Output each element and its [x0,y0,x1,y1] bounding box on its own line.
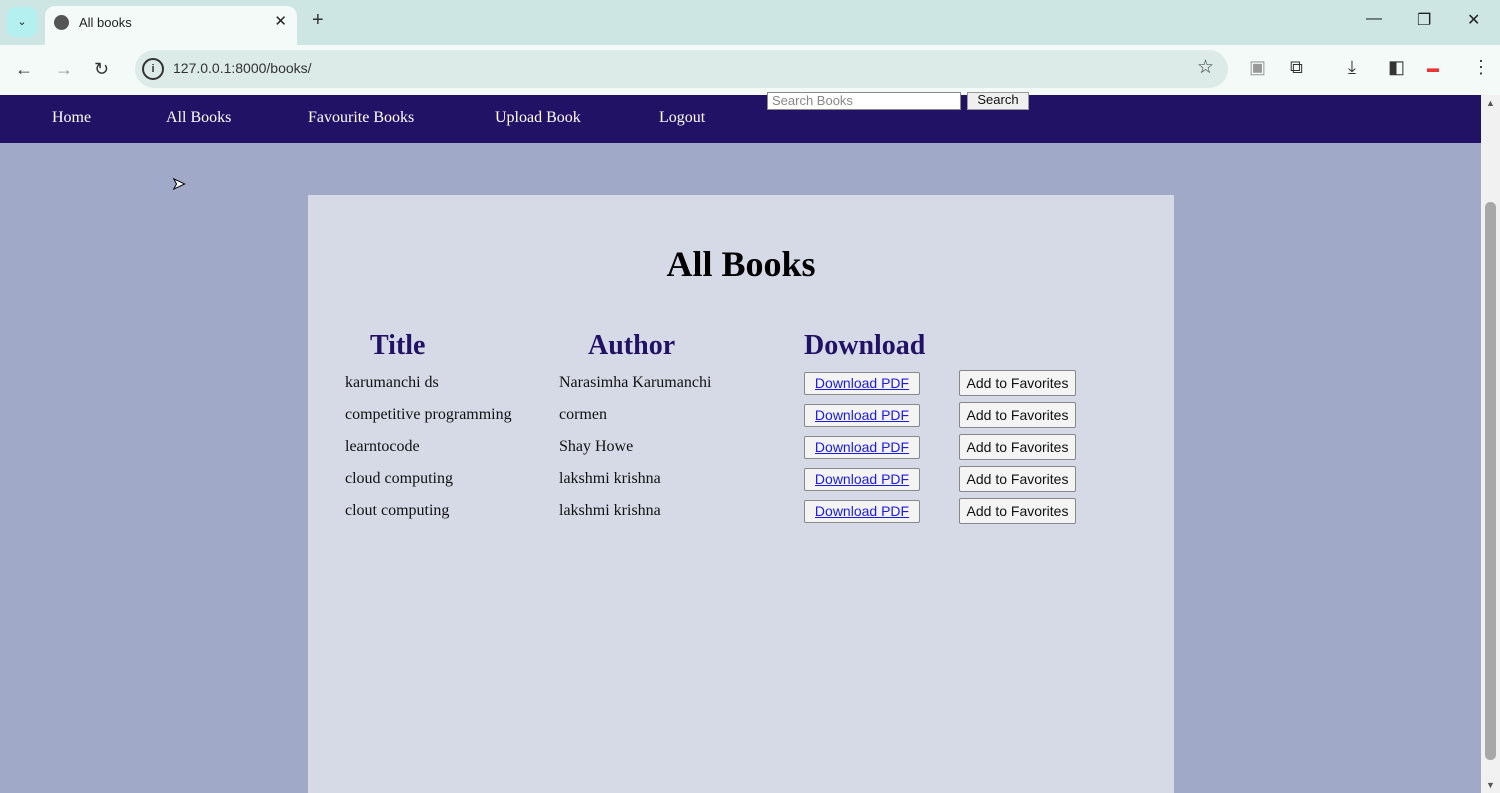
side-panel-icon[interactable]: ◧ [1388,57,1405,78]
books-card: All Books Title Author Download karumanc… [308,195,1174,793]
book-author: lakshmi krishna [559,470,661,487]
scroll-down-icon[interactable]: ▼ [1486,780,1495,790]
url-text[interactable]: 127.0.0.1:8000/books/ [173,60,312,76]
menu-kebab-icon[interactable]: ⋮ [1472,57,1490,78]
scrollbar[interactable]: ▲ ▼ [1481,95,1500,793]
nav-favourite-books[interactable]: Favourite Books [308,109,414,127]
back-icon[interactable]: ← [15,59,33,80]
close-tab-icon[interactable]: ✕ [274,12,287,30]
new-tab-button[interactable]: + [312,9,324,32]
forward-icon[interactable]: → [55,59,73,80]
book-author: lakshmi krishna [559,502,661,519]
column-header-author: Author [588,330,676,361]
site-navbar: Home All Books Favourite Books Upload Bo… [0,92,1481,143]
restore-button[interactable]: ❐ [1417,10,1431,30]
nav-upload-book[interactable]: Upload Book [495,109,581,127]
column-header-title: Title [370,330,426,361]
add-to-favorites-button[interactable]: Add to Favorites [959,498,1076,524]
book-author: cormen [559,406,607,423]
book-title: cloud computing [345,470,453,487]
tab-search-button[interactable]: ⌄ [7,7,37,37]
profile-extension-icon[interactable]: ▣ [1249,57,1266,78]
browser-toolbar: ← → ↻ i 127.0.0.1:8000/books/ ☆ ▣ ⧉ ⤓ ◧ … [0,45,1500,95]
download-pdf-button[interactable]: Download PDF [804,404,920,427]
minimize-button[interactable]: — [1366,10,1382,28]
add-to-favorites-button[interactable]: Add to Favorites [959,402,1076,428]
search-input[interactable]: Search Books [767,92,961,110]
address-bar[interactable]: i 127.0.0.1:8000/books/ ☆ [135,50,1228,88]
download-pdf-button[interactable]: Download PDF [804,500,920,523]
add-to-favorites-button[interactable]: Add to Favorites [959,370,1076,396]
tab-title: All books [79,15,132,30]
mouse-cursor-icon: ➤ [171,176,186,194]
extensions-puzzle-icon[interactable]: ⧉ [1290,57,1303,78]
site-info-icon[interactable]: i [142,58,164,80]
nav-all-books[interactable]: All Books [166,109,231,127]
download-pdf-button[interactable]: Download PDF [804,468,920,491]
download-pdf-button[interactable]: Download PDF [804,436,920,459]
column-header-download: Download [804,330,926,361]
page-title: All Books [666,244,816,284]
download-icon[interactable]: ⤓ [1348,57,1356,78]
browser-tab[interactable]: All books ✕ [45,6,297,45]
nav-home[interactable]: Home [52,109,91,127]
nav-logout[interactable]: Logout [659,109,705,127]
globe-icon [54,15,69,30]
close-window-button[interactable]: ✕ [1467,10,1480,30]
browser-tab-bar: ⌄ All books ✕ + — ❐ ✕ [0,0,1500,45]
scroll-up-icon[interactable]: ▲ [1486,98,1495,108]
reload-icon[interactable]: ↻ [94,59,109,80]
add-to-favorites-button[interactable]: Add to Favorites [959,434,1076,460]
scrollbar-thumb[interactable] [1485,202,1496,760]
add-to-favorites-button[interactable]: Add to Favorites [959,466,1076,492]
extension-badge-icon[interactable]: ▬ [1427,61,1439,75]
bookmark-star-icon[interactable]: ☆ [1197,56,1214,79]
book-title: competitive programming [345,406,512,423]
book-title: learntocode [345,438,420,455]
book-author: Narasimha Karumanchi [559,374,712,391]
book-author: Shay Howe [559,438,634,455]
book-title: clout computing [345,502,450,519]
download-pdf-button[interactable]: Download PDF [804,372,920,395]
search-button[interactable]: Search [967,92,1029,110]
book-title: karumanchi ds [345,374,439,391]
